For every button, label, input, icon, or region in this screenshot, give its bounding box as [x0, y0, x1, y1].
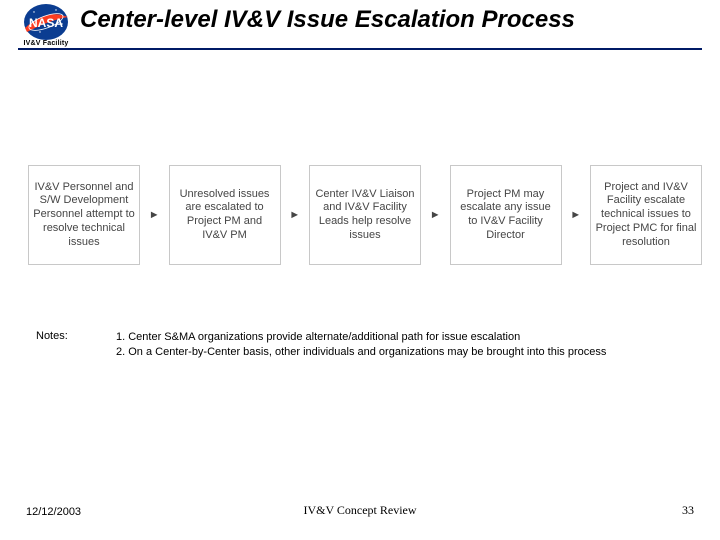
- notes-section: Notes: 1. Center S&MA organizations prov…: [36, 330, 696, 360]
- flow-step: Project PM may escalate any issue to IV&…: [450, 165, 562, 265]
- arrow-icon: ►: [428, 209, 442, 221]
- note-line: 2. On a Center-by-Center basis, other in…: [116, 345, 696, 360]
- note-line: 1. Center S&MA organizations provide alt…: [116, 330, 696, 345]
- flow-step: IV&V Personnel and S/W Development Perso…: [28, 165, 140, 265]
- process-flow: IV&V Personnel and S/W Development Perso…: [28, 165, 702, 265]
- footer-page-number: 33: [682, 503, 694, 518]
- footer-title: IV&V Concept Review: [0, 503, 720, 518]
- arrow-icon: ►: [569, 209, 583, 221]
- flow-step: Project and IV&V Facility escalate techn…: [590, 165, 702, 265]
- title-underline: [18, 48, 702, 50]
- slide-title: Center-level IV&V Issue Escalation Proce…: [80, 6, 575, 34]
- logo-block: NASA IV&V Facility: [22, 2, 70, 47]
- flow-step: Center IV&V Liaison and IV&V Facility Le…: [309, 165, 421, 265]
- slide: NASA IV&V Facility Center-level IV&V Iss…: [0, 0, 720, 540]
- arrow-icon: ►: [147, 209, 161, 221]
- notes-label: Notes:: [36, 330, 116, 342]
- nasa-logo-icon: NASA: [22, 2, 70, 42]
- notes-body: 1. Center S&MA organizations provide alt…: [116, 330, 696, 360]
- flow-step: Unresolved issues are escalated to Proje…: [169, 165, 281, 265]
- arrow-icon: ►: [288, 209, 302, 221]
